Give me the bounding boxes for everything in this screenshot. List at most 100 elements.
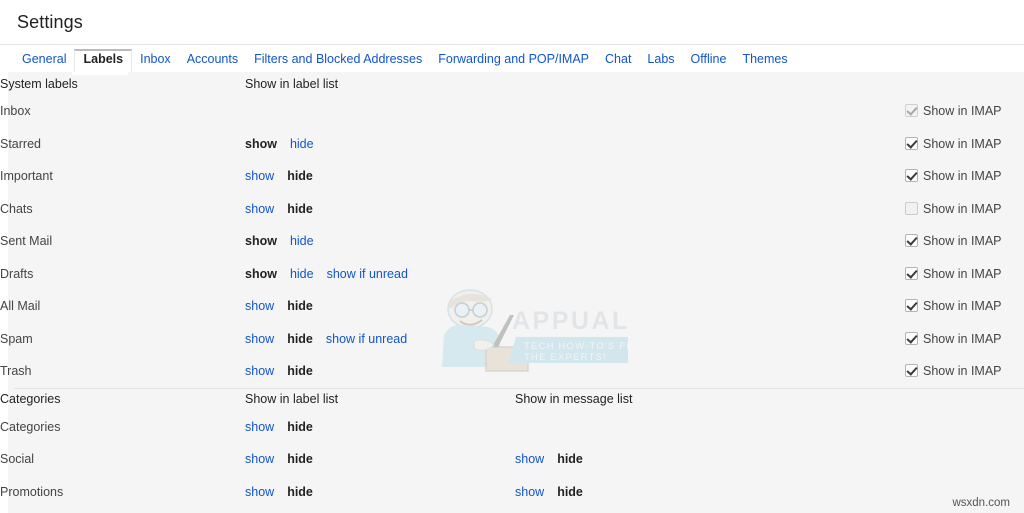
imap-toggle[interactable]: Show in IMAP: [905, 290, 1024, 323]
table-row: Important show hide Show in IMAP: [0, 160, 1024, 193]
tab-forwarding-and-pop-imap[interactable]: Forwarding and POP/IMAP: [430, 50, 597, 72]
action-show[interactable]: show: [515, 452, 544, 466]
imap-toggle[interactable]: Show in IMAP: [905, 160, 1024, 193]
action-hide[interactable]: hide: [290, 137, 314, 151]
label-list-actions: [245, 95, 515, 128]
imap-toggle[interactable]: Show in IMAP: [905, 258, 1024, 291]
imap-checkbox[interactable]: [905, 299, 918, 313]
message-list-actions: [515, 411, 905, 444]
imap-label: Show in IMAP: [923, 299, 1002, 314]
action-show-if-unread[interactable]: show if unread: [327, 267, 408, 281]
section-divider: [14, 387, 1024, 389]
system-labels-body: Inbox Show in IMAP Starred show hide Show in …: [0, 95, 1024, 388]
imap-label: Show in IMAP: [923, 169, 1002, 184]
imap-checkbox[interactable]: [905, 169, 918, 183]
category-name: Categories: [0, 419, 61, 434]
action-show[interactable]: show: [245, 169, 274, 183]
tab-labels[interactable]: Labels: [74, 49, 133, 72]
label-list-actions: show hide: [245, 290, 515, 323]
action-show[interactable]: show: [515, 485, 544, 499]
table-row: Trash show hide Show in IMAP: [0, 355, 1024, 388]
action-show[interactable]: show: [245, 364, 274, 378]
categories-col-spacer: [905, 388, 1024, 411]
row-spacer: [515, 258, 905, 291]
message-list-actions: show hide: [515, 443, 905, 476]
system-labels-section: System labels Show in label list Inbox Sh…: [0, 72, 1024, 388]
settings-tab-bar: General Labels Inbox Accounts Filters and Bl…: [0, 44, 1024, 72]
row-spacer: [515, 193, 905, 226]
label-name: Important: [0, 169, 53, 184]
action-show[interactable]: show: [245, 452, 274, 466]
label-list-actions: show hide: [245, 476, 515, 509]
imap-label: Show in IMAP: [923, 266, 1002, 281]
system-labels-table: System labels Show in label list Inbox Sh…: [0, 72, 1024, 388]
row-spacer: [515, 95, 905, 128]
imap-label: Show in IMAP: [923, 136, 1002, 151]
action-show[interactable]: show: [245, 202, 274, 216]
categories-section: Categories Show in label list Show in me…: [0, 387, 1024, 509]
action-show[interactable]: show: [245, 420, 274, 434]
row-spacer: [905, 411, 1024, 444]
imap-label: Show in IMAP: [923, 104, 1002, 119]
page-title: Settings: [17, 11, 83, 32]
label-list-actions: show hide: [245, 160, 515, 193]
label-list-actions: show hide: [245, 411, 515, 444]
imap-checkbox[interactable]: [905, 201, 918, 215]
imap-checkbox[interactable]: [905, 364, 918, 378]
tab-labs[interactable]: Labs: [639, 50, 682, 72]
label-name: Starred: [0, 136, 41, 151]
categories-col-label-list: Show in label list: [245, 392, 339, 406]
tab-general[interactable]: General: [14, 50, 74, 72]
label-name: Chats: [0, 201, 33, 216]
action-show: show: [245, 136, 277, 151]
system-labels-header-row: System labels Show in label list: [0, 72, 1024, 95]
label-list-actions: show hide show if unread: [245, 258, 515, 291]
imap-checkbox[interactable]: [905, 331, 918, 345]
tab-accounts[interactable]: Accounts: [179, 50, 246, 72]
system-labels-col-spacer: [515, 72, 905, 95]
label-name: Drafts: [0, 266, 34, 281]
table-row: Promotions show hide show hide: [0, 476, 1024, 509]
imap-checkbox[interactable]: [905, 136, 918, 150]
action-show[interactable]: show: [245, 299, 274, 313]
row-spacer: [515, 128, 905, 161]
action-hide[interactable]: hide: [290, 267, 314, 281]
system-labels-col-label-list: Show in label list: [245, 76, 339, 91]
categories-col-message-list: Show in message list: [515, 392, 633, 406]
action-hide: hide: [287, 169, 313, 184]
tab-inbox[interactable]: Inbox: [132, 50, 179, 72]
action-show-if-unread[interactable]: show if unread: [326, 332, 407, 346]
imap-toggle[interactable]: Show in IMAP: [905, 323, 1024, 356]
imap-checkbox[interactable]: [905, 234, 918, 248]
table-row: Sent Mail show hide Show in IMAP: [0, 225, 1024, 258]
tab-filters-and-blocked-addresses[interactable]: Filters and Blocked Addresses: [246, 50, 430, 72]
imap-checkbox[interactable]: [905, 266, 918, 280]
imap-toggle[interactable]: Show in IMAP: [905, 225, 1024, 258]
action-show[interactable]: show: [245, 332, 274, 346]
imap-toggle[interactable]: Show in IMAP: [905, 355, 1024, 388]
tab-themes[interactable]: Themes: [734, 50, 795, 72]
action-hide[interactable]: hide: [290, 234, 314, 248]
table-row: Categories show hide: [0, 411, 1024, 444]
label-list-actions: show hide: [245, 355, 515, 388]
label-name: Sent Mail: [0, 234, 53, 249]
settings-header: Settings: [0, 0, 1024, 44]
imap-label: Show in IMAP: [923, 201, 1002, 216]
action-hide: hide: [287, 299, 313, 314]
label-name: Inbox: [0, 104, 31, 119]
action-show[interactable]: show: [245, 485, 274, 499]
tab-chat[interactable]: Chat: [597, 50, 639, 72]
table-row: Starred show hide Show in IMAP: [0, 128, 1024, 161]
action-hide: hide: [287, 364, 313, 379]
imap-toggle[interactable]: Show in IMAP: [905, 128, 1024, 161]
label-name: Trash: [0, 364, 32, 379]
categories-body: Categories show hide Social show hide show hide…: [0, 411, 1024, 509]
active-tab-notch: [72, 72, 128, 75]
imap-label: Show in IMAP: [923, 234, 1002, 249]
row-spacer: [515, 290, 905, 323]
tab-offline[interactable]: Offline: [683, 50, 735, 72]
imap-toggle[interactable]: Show in IMAP: [905, 193, 1024, 226]
label-name: Spam: [0, 331, 33, 346]
imap-toggle: Show in IMAP: [905, 95, 1024, 128]
table-row: Social show hide show hide: [0, 443, 1024, 476]
